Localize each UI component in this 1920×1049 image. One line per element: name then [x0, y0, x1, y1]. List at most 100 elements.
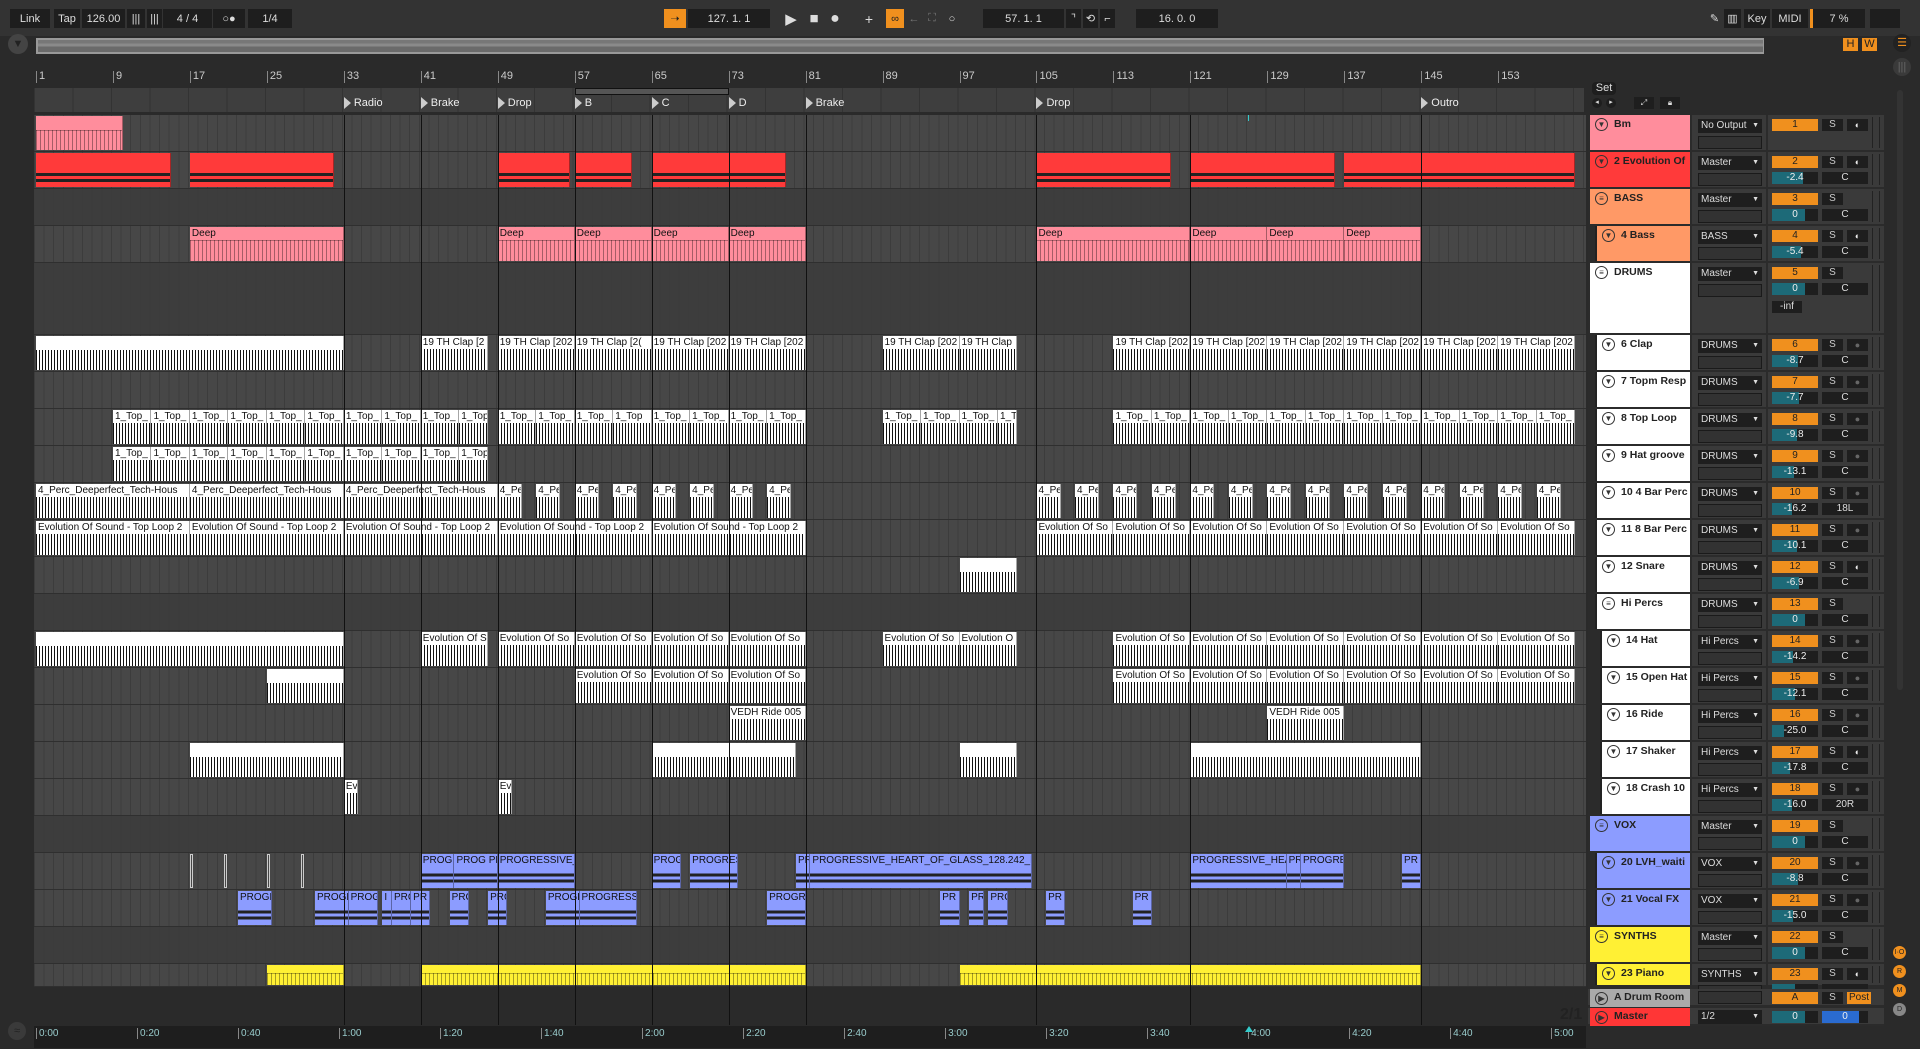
output-routing-dropdown[interactable]: Master: [1698, 156, 1762, 170]
clip[interactable]: 1_Top: [459, 447, 489, 481]
clip[interactable]: [189, 743, 344, 777]
punch-in-icon[interactable]: ⌝: [1066, 9, 1081, 28]
mixer-toggle-icon[interactable]: |||: [1893, 58, 1911, 76]
track-name-cell[interactable]: ▼ 16 Ride: [1600, 705, 1690, 740]
punch-out-icon[interactable]: ⌐: [1100, 9, 1115, 28]
clip[interactable]: PROG PR: [454, 854, 498, 888]
clip[interactable]: Evolution Of So: [1113, 669, 1191, 703]
clip[interactable]: [651, 153, 787, 187]
track-name-cell[interactable]: ≡ VOX: [1590, 816, 1690, 851]
track-fold-icon[interactable]: ▼: [1595, 155, 1608, 168]
output-channel-dropdown[interactable]: [1698, 430, 1762, 443]
clip[interactable]: 4_Per: [690, 484, 715, 518]
overdub-icon[interactable]: +: [862, 9, 876, 28]
clip[interactable]: 4_Per: [536, 484, 561, 518]
volume-field[interactable]: -15.0: [1772, 910, 1818, 922]
clip[interactable]: PROG: [348, 891, 378, 925]
volume-field[interactable]: -7.7: [1772, 392, 1818, 404]
output-routing-dropdown[interactable]: Hi Percs: [1698, 783, 1762, 797]
clip[interactable]: PR: [795, 854, 811, 888]
clip[interactable]: 1_Top_: [1190, 410, 1229, 444]
clip[interactable]: [266, 965, 344, 985]
clip[interactable]: 19 TH Clap [202: [1498, 336, 1576, 370]
track-name-cell[interactable]: ≡ DRUMS: [1590, 263, 1690, 333]
track-header[interactable]: ▼ 15 Open Hat Hi Percs 15 S ● -12.1 C: [1588, 668, 1884, 705]
clip[interactable]: VEDH Ride 005: [1267, 706, 1345, 740]
clip[interactable]: [36, 632, 344, 666]
pan-field[interactable]: C: [1822, 246, 1868, 258]
quantize-dropdown[interactable]: 1/4: [248, 9, 292, 28]
pan-field[interactable]: C: [1822, 614, 1868, 626]
master-pan-field[interactable]: 0: [1822, 1011, 1868, 1023]
arm-record-icon[interactable]: ●: [1847, 783, 1868, 795]
clip[interactable]: 1_Top_: [1151, 410, 1191, 444]
group-fold-icon[interactable]: ≡: [1595, 192, 1608, 205]
clip[interactable]: 19 TH Clap [2(: [574, 336, 652, 370]
pan-field[interactable]: C: [1822, 540, 1868, 552]
track-name-cell[interactable]: ▼ 7 Topm Resp: [1595, 372, 1690, 407]
arm-record-icon[interactable]: ●: [1847, 524, 1868, 536]
beat-time-ruler[interactable]: 1 9 17 25 33 41 49 57 65 73 81 89 97 105 113 121 129 137 1…: [34, 66, 1584, 86]
return-fold-icon[interactable]: ▶: [1595, 992, 1608, 1005]
lock-icon[interactable]: 🔒︎: [1660, 97, 1680, 109]
track-activator-button[interactable]: 4: [1772, 230, 1818, 242]
solo-button[interactable]: S: [1822, 857, 1843, 869]
clip[interactable]: Evolution Of So: [882, 632, 960, 666]
arm-record-icon[interactable]: ◐: [1847, 119, 1868, 131]
clip[interactable]: Evolution Of So: [1190, 669, 1268, 703]
clip[interactable]: [189, 153, 335, 187]
arm-record-icon[interactable]: ●: [1847, 487, 1868, 499]
track-lane[interactable]: 4_Perc_Deeperfect_Tech-Hous 4_Perc_Deeper…: [34, 483, 1586, 520]
volume-field[interactable]: -10.1: [1772, 540, 1818, 552]
solo-button[interactable]: S: [1822, 193, 1843, 205]
clip[interactable]: PROG: [420, 854, 455, 888]
solo-button[interactable]: S: [1822, 561, 1843, 573]
clip[interactable]: PROGRE: [1301, 854, 1345, 888]
clip[interactable]: Deep: [497, 227, 575, 261]
clip[interactable]: Evolution Of So: [728, 669, 806, 703]
clip[interactable]: PRC: [449, 891, 469, 925]
locator[interactable]: Brake: [420, 96, 460, 110]
clip[interactable]: 1_Top_: [1382, 410, 1422, 444]
track-activator-button[interactable]: 17: [1772, 746, 1818, 758]
track-name-cell[interactable]: ▼ 9 Hat groove: [1595, 446, 1690, 481]
clip[interactable]: 1_Top_: [1344, 410, 1383, 444]
track-lane[interactable]: Evo Evo: [34, 779, 1586, 816]
return-routing-dropdown[interactable]: [1698, 991, 1762, 1004]
track-activator-button[interactable]: 1: [1772, 119, 1818, 131]
pan-field[interactable]: 20R: [1822, 799, 1868, 811]
track-name-cell[interactable]: ▼ 21 Vocal FX: [1595, 890, 1690, 925]
output-routing-dropdown[interactable]: DRUMS: [1698, 450, 1762, 464]
pan-field[interactable]: 18L: [1822, 503, 1868, 515]
locator[interactable]: D: [728, 96, 747, 110]
view-toggle-mixer-button[interactable]: M: [1893, 984, 1906, 997]
track-lane[interactable]: 19 TH Clap [2 19 TH Clap [202 19 TH Clap […: [34, 335, 1586, 372]
clip[interactable]: 4_Per: [1382, 484, 1407, 518]
track-fold-icon[interactable]: ▼: [1602, 449, 1615, 462]
clip[interactable]: 1_Top_: [1267, 410, 1306, 444]
group-fold-icon[interactable]: ≡: [1595, 930, 1608, 943]
clip[interactable]: 1_Top_: [420, 410, 460, 444]
output-routing-dropdown[interactable]: Hi Percs: [1698, 746, 1762, 760]
track-header[interactable]: ▼ 11 8 Bar Perc DRUMS 11 S ● -10.1 C: [1588, 520, 1884, 557]
clip[interactable]: PROG: [651, 854, 681, 888]
clip[interactable]: 19 TH Clap [202: [651, 336, 729, 370]
output-routing-dropdown[interactable]: DRUMS: [1698, 561, 1762, 575]
loop-length-field[interactable]: 16. 0. 0: [1136, 9, 1218, 28]
volume-field[interactable]: -17.8: [1772, 762, 1818, 774]
clip[interactable]: 19 TH Clap [202: [1344, 336, 1422, 370]
clip[interactable]: Evolution Of So: [728, 632, 806, 666]
arrangement-view[interactable]: Deep Deep Deep Deep Deep Deep Deep Deep Deep 19 T…: [34, 115, 1586, 1025]
output-channel-dropdown[interactable]: [1698, 578, 1762, 591]
loop-brace[interactable]: [574, 88, 729, 95]
track-header[interactable]: ▼ 8 Top Loop DRUMS 8S ● -9.8 C: [1588, 409, 1884, 446]
solo-button[interactable]: S: [1822, 339, 1843, 351]
overview-viewport[interactable]: [38, 40, 1763, 52]
track-name-cell[interactable]: ▼ 20 LVH_waiti: [1595, 853, 1690, 888]
output-routing-dropdown[interactable]: No Output: [1698, 119, 1762, 133]
post-button[interactable]: Post: [1847, 992, 1871, 1004]
clip[interactable]: 1_Top_: [151, 447, 190, 481]
clip[interactable]: 4_Per: [1151, 484, 1176, 518]
track-activator-button[interactable]: 5: [1772, 267, 1818, 279]
clip[interactable]: 1_Top_: [305, 410, 344, 444]
